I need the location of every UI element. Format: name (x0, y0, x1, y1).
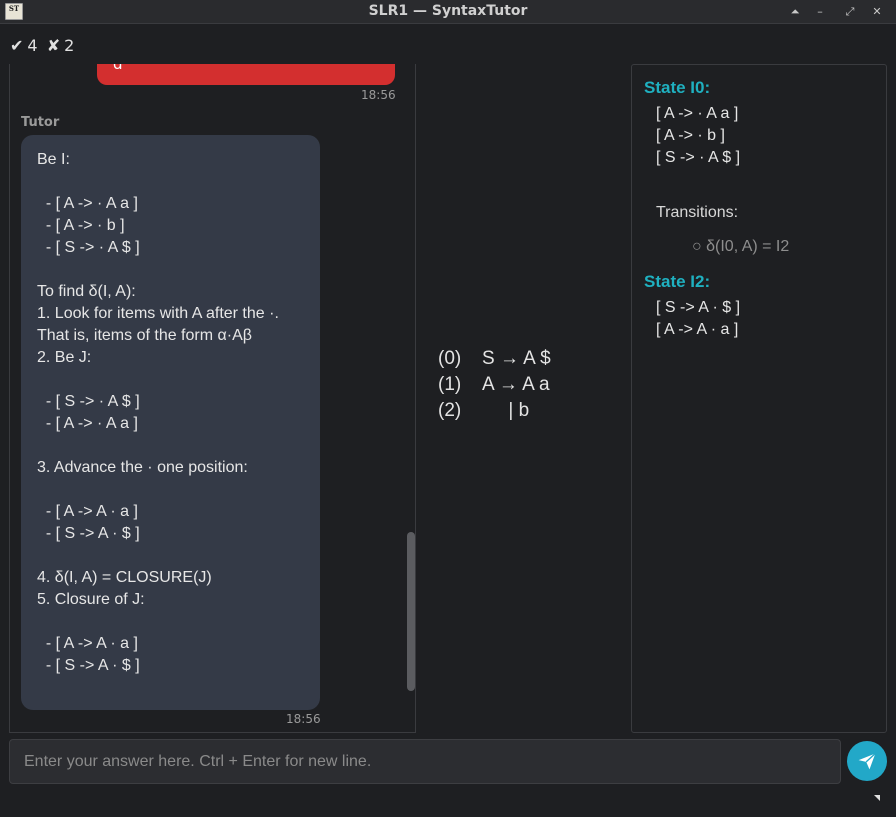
grammar-rule-number: (1) (438, 374, 462, 395)
wrong-icon: ✘ (46, 36, 61, 55)
grammar-rule-text: A → A a (482, 374, 550, 395)
chat-scrollbar[interactable] (407, 532, 415, 691)
transition-item: ○ δ(I0, A) = I2 (692, 238, 790, 255)
grammar-rule: (1) A → A a (438, 372, 568, 398)
state-i2-item: [ A -> A · a ] (656, 321, 739, 338)
state-i0-item: [ A -> · b ] (656, 127, 725, 144)
tutor-message-line: - [ A -> A · a ] (37, 503, 138, 520)
tutor-message-line: 4. δ(I, A) = CLOSURE(J) (37, 569, 212, 586)
tutor-message-line: 3. Advance the · one position: (37, 459, 248, 476)
correct-icon: ✔ (10, 36, 24, 55)
tutor-message-line: - [ S -> A · $ ] (37, 657, 140, 674)
tutor-message-line (37, 369, 304, 391)
tutor-message-time: 18:56 (286, 712, 321, 726)
user-message-time: 18:56 (361, 88, 396, 102)
keep-above-button[interactable]: ⏶ (786, 3, 804, 21)
grammar-rule-text: | b (482, 400, 530, 421)
maximize-button[interactable]: ⤢ (841, 3, 859, 21)
grammar-rule-number: (2) (438, 400, 462, 421)
tutor-message-line: To find δ(I, A): (37, 283, 136, 300)
state-i2-title: State I2: (644, 272, 711, 291)
tutor-sender-label: Tutor (21, 115, 60, 130)
transitions-label: Transitions: (656, 204, 739, 221)
tutor-message-line: 2. Be J: (37, 349, 92, 366)
state-i0-title: State I0: (644, 78, 711, 97)
states-panel: State I0: [ A -> · A a ] [ A -> · b ] [ … (631, 64, 887, 733)
user-message-text: d (113, 64, 123, 73)
user-message-bubble: d (97, 64, 395, 85)
state-i0-item: [ S -> · A $ ] (656, 149, 741, 166)
correct-count: 4 (27, 36, 38, 55)
grammar-view: (0) S → A $ (1) A → A a (2) | b (438, 346, 568, 424)
wrong-count: 2 (64, 36, 75, 55)
tutor-message-line: Be I: (37, 151, 70, 168)
grammar-rule-text: S → A $ (482, 348, 551, 369)
answer-input[interactable] (9, 739, 841, 784)
grammar-rule: (2) | b (438, 398, 568, 424)
close-button[interactable]: ✕ (868, 3, 886, 21)
score-counter: ✔ 4 ✘ 2 (10, 36, 78, 55)
tutor-message-line (37, 611, 304, 633)
state-i2-item: [ S -> A · $ ] (656, 299, 741, 316)
send-icon (858, 753, 876, 770)
tutor-message-line: - [ A -> · A a ] (37, 195, 138, 212)
grammar-rule-number: (0) (438, 348, 462, 369)
resize-grip-icon[interactable] (874, 795, 880, 801)
tutor-message-line (37, 435, 304, 457)
tutor-message-line (37, 259, 304, 281)
grammar-rule: (0) S → A $ (438, 346, 568, 372)
window-title: SLR1 — SyntaxTutor (368, 3, 528, 19)
tutor-message-line (37, 479, 304, 501)
tutor-message-line (37, 171, 304, 193)
minimize-button[interactable]: – (811, 3, 829, 21)
tutor-message-bubble: Be I: - [ A -> · A a ] - [ A -> · b ] - … (21, 135, 320, 710)
tutor-message-line: 5. Closure of J: (37, 591, 145, 608)
tutor-message-line: - [ A -> A · a ] (37, 635, 138, 652)
tutor-message-line: 1. Look for items with A after the ·. (37, 305, 279, 322)
tutor-message-line: - [ S -> · A $ ] (37, 239, 140, 256)
tutor-message-line: - [ A -> · b ] (37, 217, 125, 234)
state-i0-item: [ A -> · A a ] (656, 105, 739, 122)
tutor-message-line: That is, items of the form α·Aβ (37, 327, 252, 344)
tutor-message-line: - [ S -> A · $ ] (37, 525, 140, 542)
title-bar: ST SLR1 — SyntaxTutor ⏶ – ⤢ ✕ (0, 0, 896, 24)
tutor-message-line: - [ S -> · A $ ] (37, 393, 140, 410)
chat-panel[interactable]: d 18:56 Tutor Be I: - [ A -> · A a ] - [… (9, 64, 416, 733)
tutor-message-line (37, 545, 304, 567)
tutor-message-line: - [ A -> · A a ] (37, 415, 138, 432)
send-button[interactable] (847, 741, 887, 781)
